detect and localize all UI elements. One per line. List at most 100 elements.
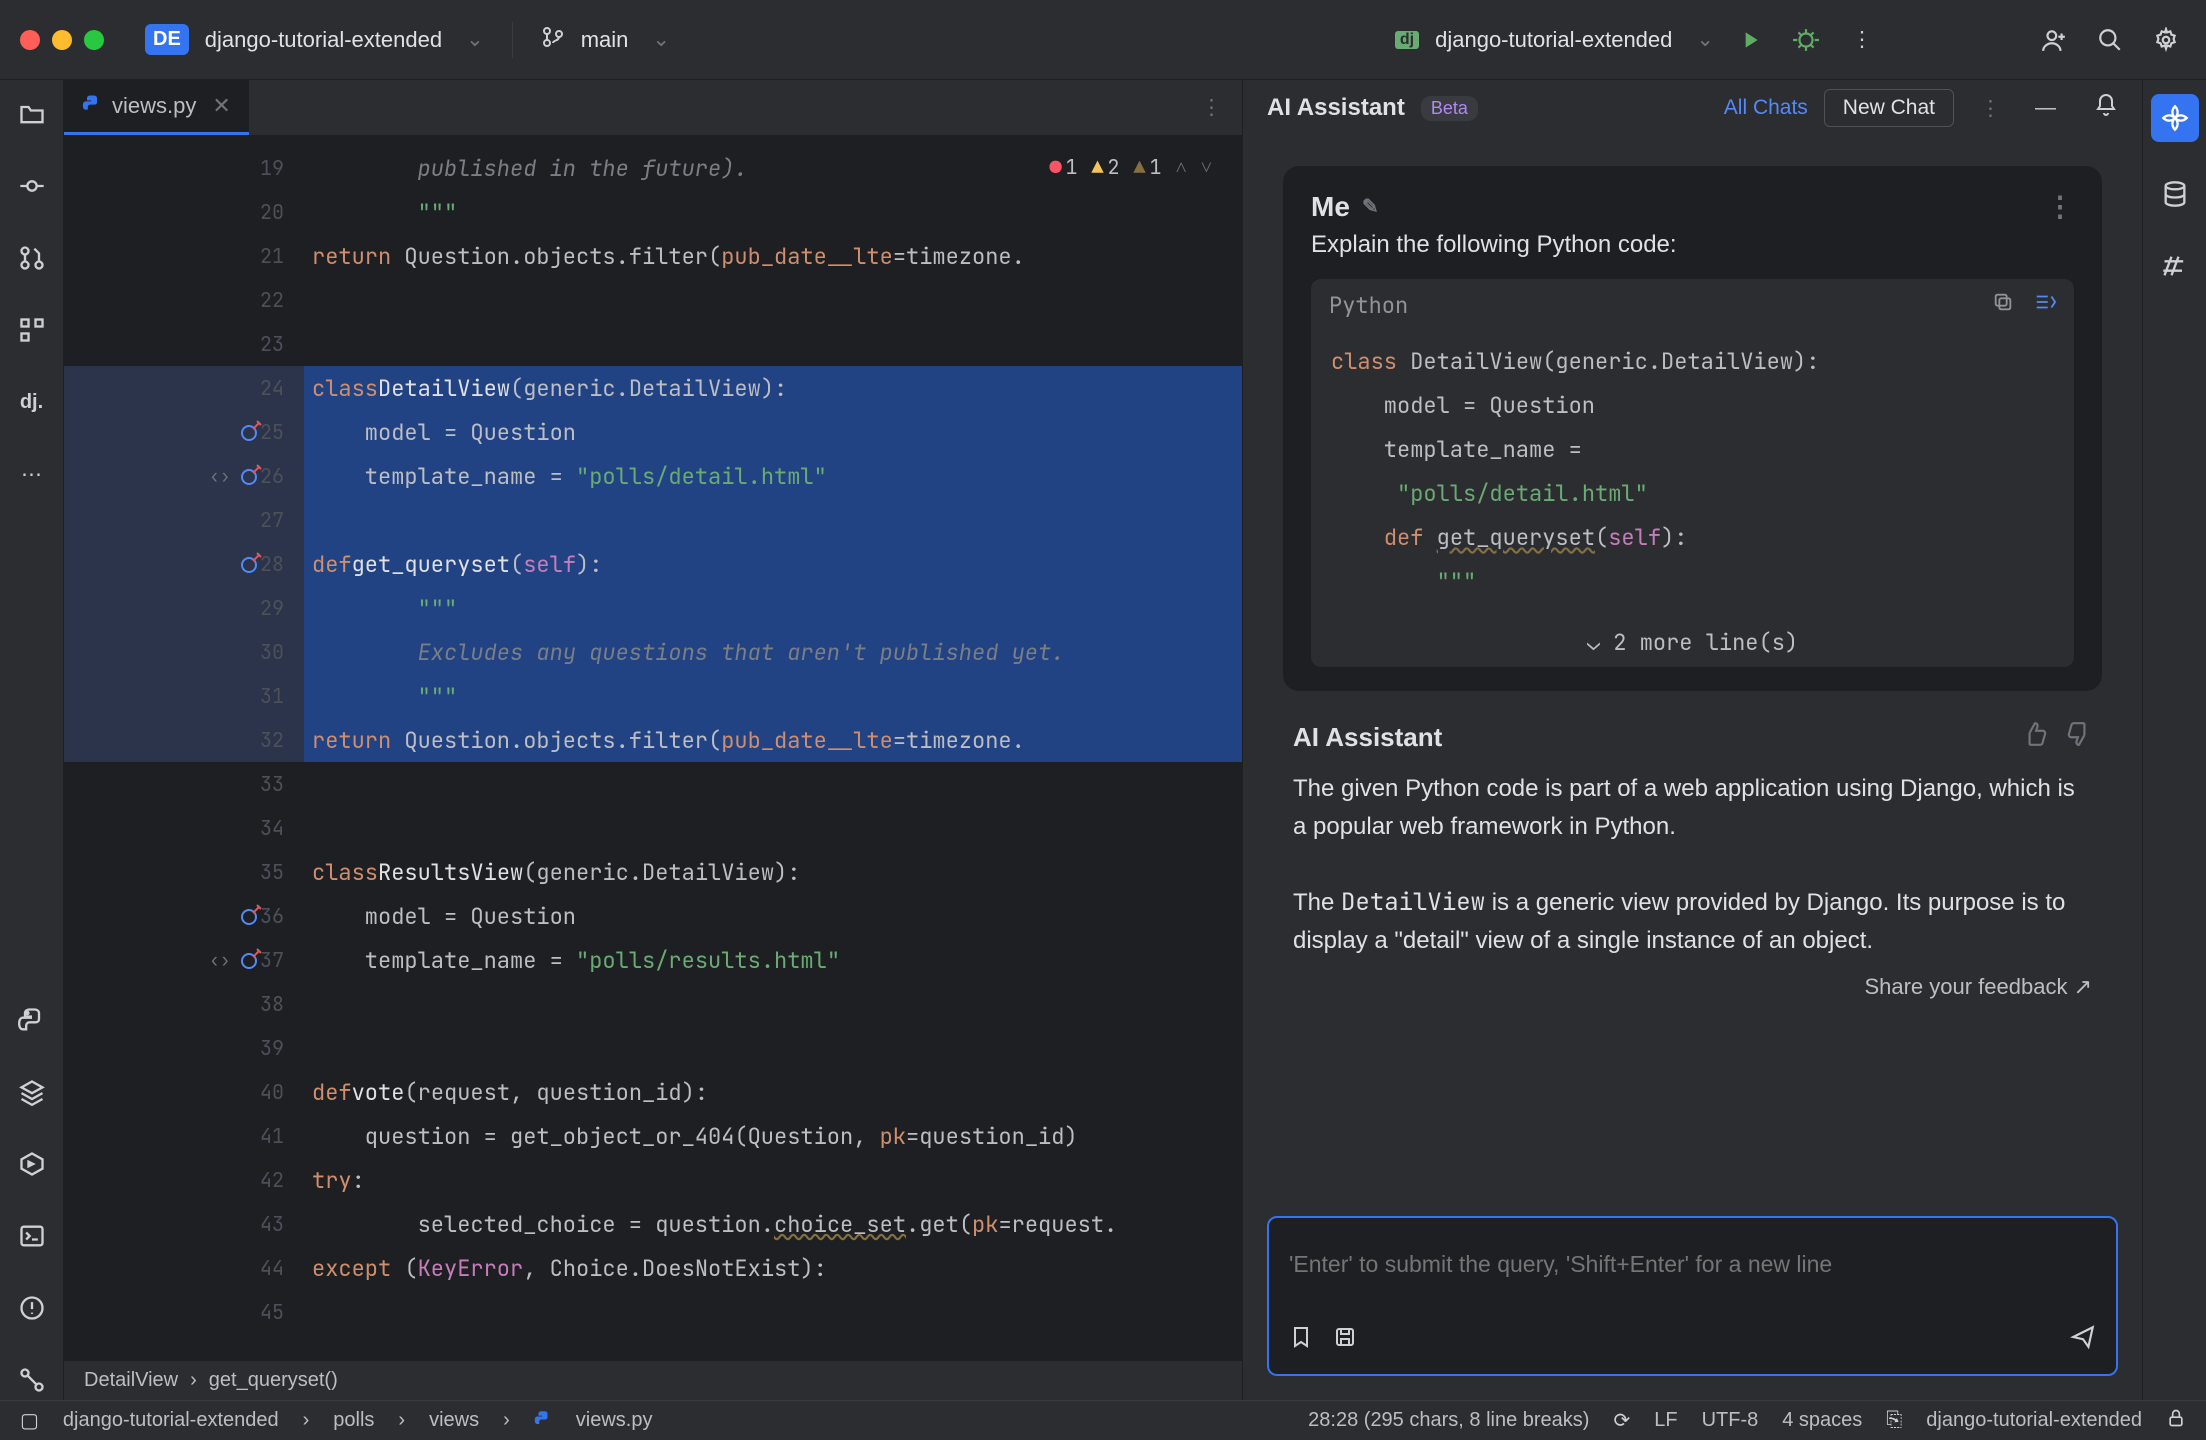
more-vertical-icon[interactable]: ⋮ [1842,20,1882,60]
breadcrumb-item[interactable]: views.py [576,1409,653,1432]
run-icon[interactable] [1730,20,1770,60]
chevron-down-icon: ⌄ [1587,628,1600,657]
weak-warning-icon: ▲ [1133,154,1145,180]
breadcrumb-item[interactable]: django-tutorial-extended [63,1409,279,1432]
endpoints-icon[interactable] [2155,246,2195,286]
chevron-right-icon: › [503,1409,510,1432]
gutter: 1920212223242526‹›2728293031323334353637… [64,136,304,1360]
ai-response-paragraph: The given Python code is part of a web a… [1293,770,2092,846]
run-config-name[interactable]: django-tutorial-extended [1435,27,1672,53]
caret-position[interactable]: 28:28 (295 chars, 8 line breaks) [1308,1409,1589,1432]
editor-tabs: views.py ✕ ⋮ [64,80,1242,136]
pull-request-icon[interactable] [12,238,52,278]
layers-icon[interactable] [12,1072,52,1112]
gear-icon[interactable] [2146,20,2186,60]
ai-title: AI Assistant [1267,94,1405,122]
chevron-up-icon[interactable]: ˄ [1175,154,1186,180]
insert-icon[interactable] [2034,291,2056,320]
new-chat-button[interactable]: New Chat [1824,89,1954,127]
ai-input-area[interactable] [1267,1216,2118,1376]
titlebar: DE django-tutorial-extended ⌄ main ⌄ dj … [0,0,2206,80]
ai-chat-body: Me ✎ ⋮ Explain the following Python code… [1243,136,2142,1206]
breadcrumb-item[interactable]: views [429,1409,479,1432]
database-icon[interactable] [2155,174,2195,214]
right-tool-rail [2142,80,2206,1400]
add-user-icon[interactable] [2034,20,2074,60]
edit-icon[interactable]: ✎ [1362,194,1379,219]
interpreter-icon[interactable]: ⎘ [1886,1409,1902,1432]
services-icon[interactable] [12,1144,52,1184]
ai-assistant-panel: AI Assistant Beta All Chats New Chat ⋮ —… [1242,80,2142,1400]
breadcrumb-item[interactable]: DetailView [84,1369,178,1392]
python-console-icon[interactable] [12,1000,52,1040]
django-icon: dj [1395,31,1419,49]
commit-icon[interactable] [12,166,52,206]
django-tool-icon[interactable]: dj. [12,382,52,422]
folder-icon[interactable] [12,94,52,134]
code-block: Python class DetailView(generic.DetailVi… [1311,279,2074,667]
ai-assistant-icon[interactable] [2151,94,2199,142]
tab-views-py[interactable]: views.py ✕ [64,80,249,135]
vcs-icon[interactable] [12,1360,52,1400]
thumbs-down-icon[interactable] [2066,721,2092,754]
project-name[interactable]: django-tutorial-extended [205,27,442,53]
search-icon[interactable] [2090,20,2130,60]
chevron-right-icon: › [190,1369,197,1392]
python-file-icon [82,93,102,119]
error-icon: ● [1049,154,1061,180]
copy-icon[interactable] [1992,291,2014,320]
ai-panel-header: AI Assistant Beta All Chats New Chat ⋮ — [1243,80,2142,136]
ai-response: AI Assistant The given Python code is pa… [1283,721,2102,960]
minimize-icon[interactable]: — [2035,96,2056,120]
encoding[interactable]: UTF-8 [1702,1409,1759,1432]
sync-icon[interactable]: ⟳ [1613,1408,1630,1433]
editor-breadcrumbs[interactable]: DetailView › get_queryset() [64,1360,1242,1400]
warning-icon: ▲ [1091,154,1103,180]
share-feedback-link[interactable]: Share your feedback ↗ [1283,960,2102,1006]
close-window-icon[interactable] [20,30,40,50]
breadcrumb-item[interactable]: polls [333,1409,374,1432]
code-lang-label: Python [1329,291,1408,320]
more-vertical-icon[interactable]: ⋮ [1980,96,2001,121]
more-vertical-icon[interactable]: ⋮ [1181,95,1242,120]
more-vertical-icon[interactable]: ⋮ [2046,190,2074,223]
code-content[interactable]: ●1 ▲2 ▲1 ˄ ˅ published in the future). "… [304,136,1242,1360]
structure-icon[interactable] [12,310,52,350]
line-separator[interactable]: LF [1654,1409,1677,1432]
maximize-window-icon[interactable] [84,30,104,50]
sender-label: Me [1311,191,1350,223]
editor-body[interactable]: 1920212223242526‹›2728293031323334353637… [64,136,1242,1360]
save-icon[interactable] [1333,1325,1357,1355]
bookmark-icon[interactable] [1289,1325,1313,1355]
chevron-down-icon[interactable]: ⌄ [1696,27,1714,52]
indent-setting[interactable]: 4 spaces [1782,1409,1862,1432]
chevron-right-icon: › [303,1409,310,1432]
thumbs-up-icon[interactable] [2022,721,2048,754]
project-root-icon[interactable]: ▢ [20,1408,39,1433]
expand-code-button[interactable]: ⌄ 2 more line(s) [1311,618,2074,667]
chevron-right-icon: › [398,1409,405,1432]
chat-input[interactable] [1289,1236,2096,1292]
chevron-down-icon[interactable]: ˅ [1201,154,1212,180]
ai-response-paragraph: The DetailView is a generic view provide… [1293,884,2092,960]
debug-icon[interactable] [1786,20,1826,60]
all-chats-link[interactable]: All Chats [1724,96,1808,120]
interpreter-name[interactable]: django-tutorial-extended [1926,1409,2142,1432]
branch-icon[interactable] [541,25,565,55]
more-horizontal-icon[interactable]: ⋯ [12,454,52,494]
chevron-down-icon[interactable]: ⌄ [652,27,670,52]
chevron-down-icon[interactable]: ⌄ [466,27,484,52]
problems-icon[interactable] [12,1288,52,1328]
breadcrumb-item[interactable]: get_queryset() [209,1369,338,1392]
inspection-indicators[interactable]: ●1 ▲2 ▲1 ˄ ˅ [1049,154,1212,180]
notifications-icon[interactable] [2094,93,2118,123]
close-icon[interactable]: ✕ [212,93,230,119]
lock-icon[interactable] [2166,1408,2186,1434]
terminal-icon[interactable] [12,1216,52,1256]
minimize-window-icon[interactable] [52,30,72,50]
tab-label: views.py [112,93,196,119]
project-badge: DE [145,24,189,55]
branch-name[interactable]: main [581,27,629,53]
user-message-text: Explain the following Python code: [1311,231,2074,259]
send-icon[interactable] [2070,1324,2096,1356]
